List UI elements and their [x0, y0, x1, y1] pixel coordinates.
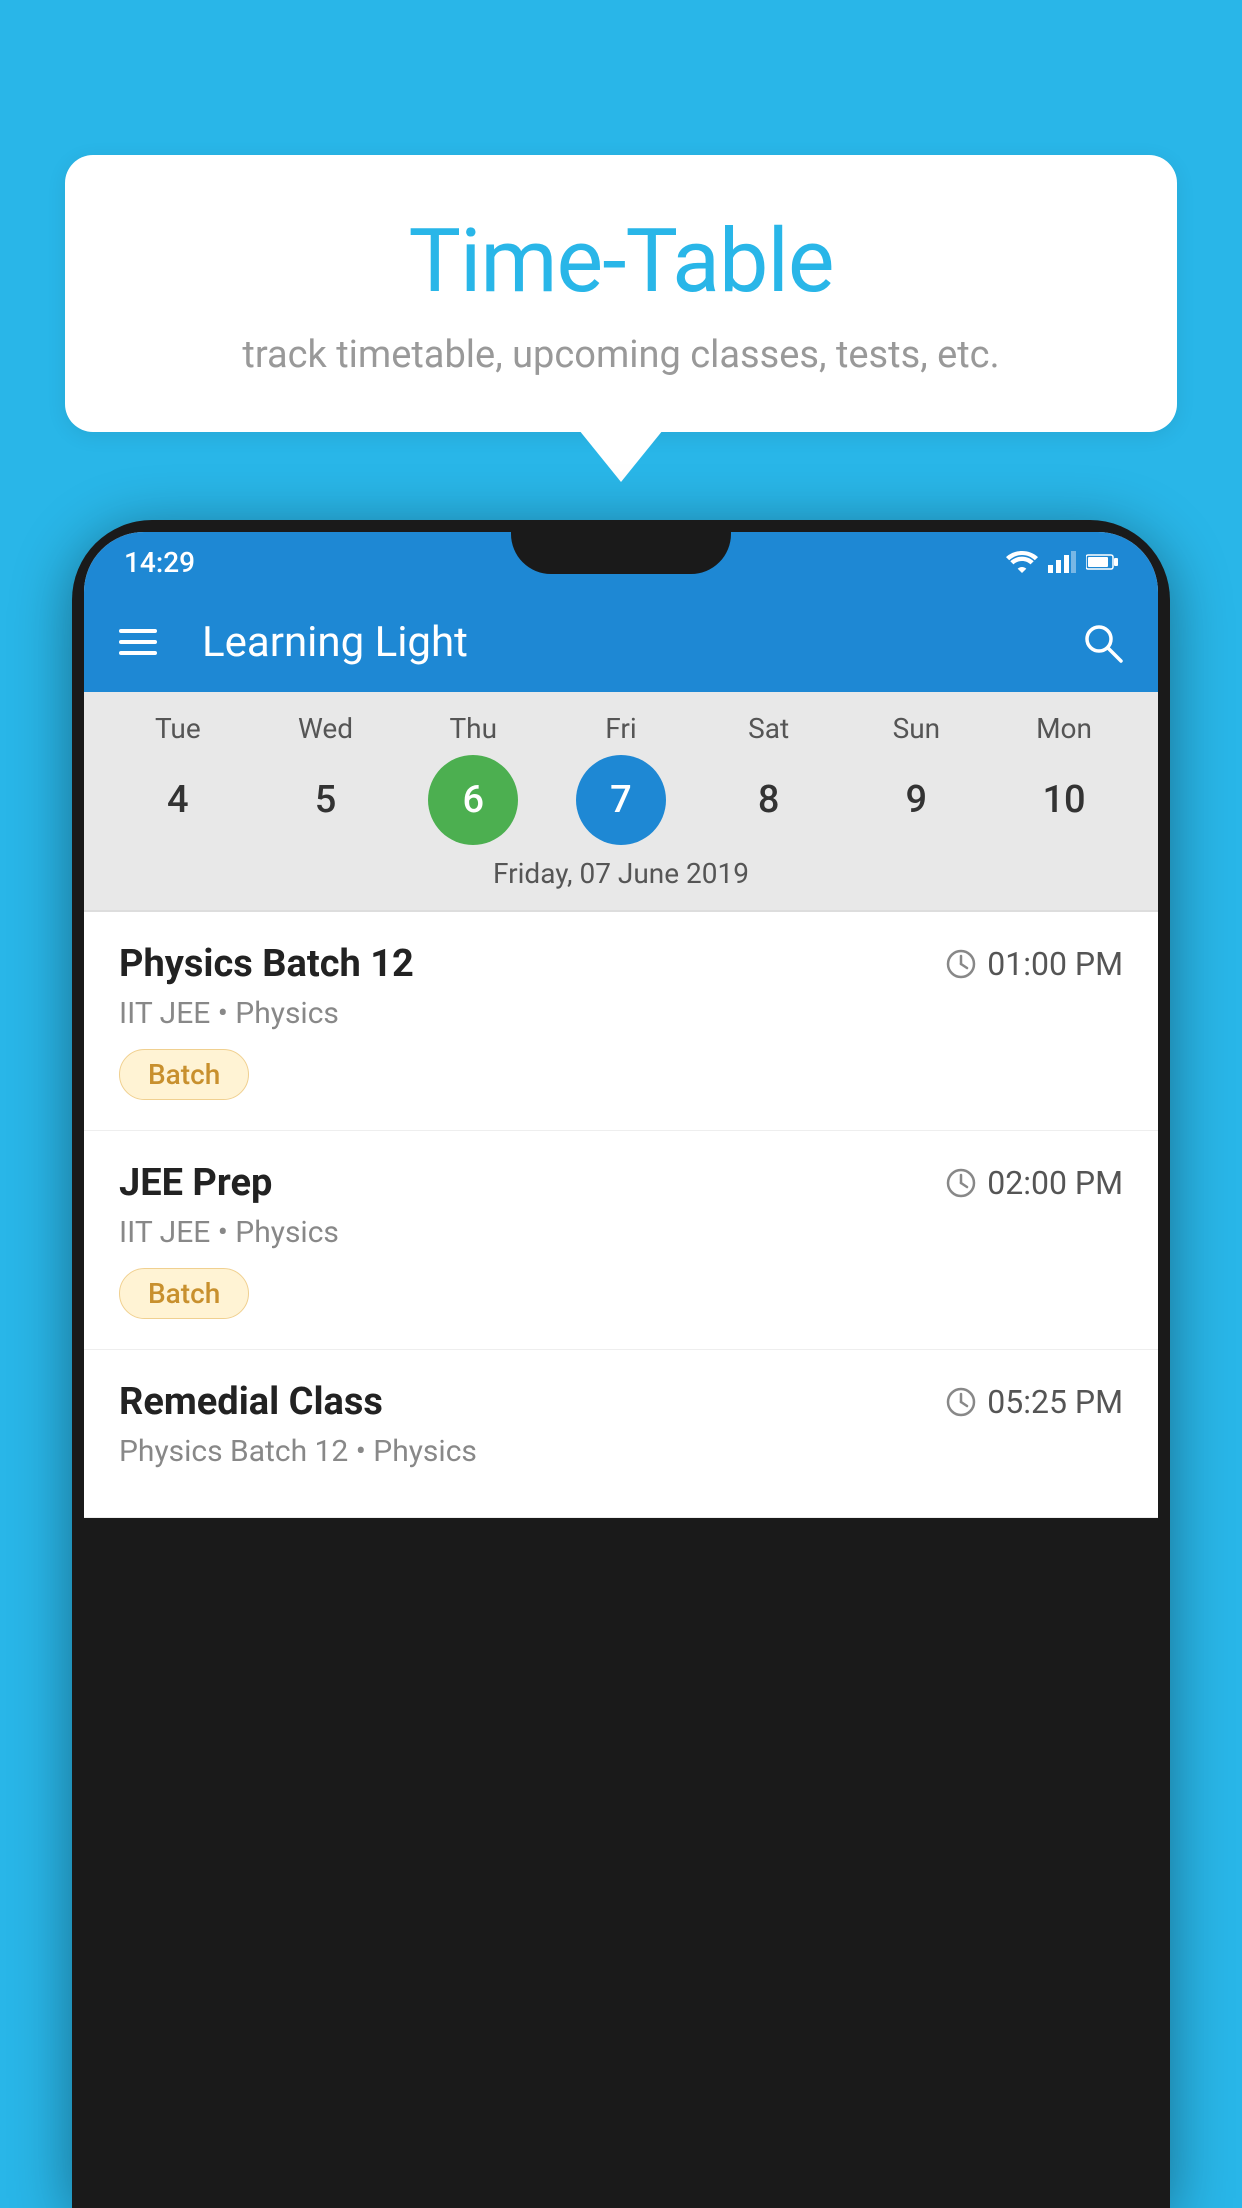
menu-line-3: [119, 651, 157, 655]
schedule-item-2-badge: Batch: [119, 1268, 249, 1319]
clock-icon-2: [945, 1167, 977, 1199]
menu-line-1: [119, 629, 157, 633]
clock-icon-1: [945, 948, 977, 980]
battery-icon: [1086, 553, 1118, 571]
schedule-item-1-title: Physics Batch 12: [119, 942, 414, 986]
date-10[interactable]: 10: [1019, 755, 1109, 845]
date-6[interactable]: 6: [428, 755, 518, 845]
date-4[interactable]: 4: [133, 755, 223, 845]
speech-bubble-subtitle: track timetable, upcoming classes, tests…: [125, 333, 1117, 377]
schedule-item-3-subtitle: Physics Batch 12 • Physics: [119, 1434, 1123, 1469]
speech-bubble-arrow: [579, 430, 663, 482]
schedule-item-1-time-text: 01:00 PM: [987, 945, 1123, 983]
menu-line-2: [119, 640, 157, 644]
menu-button[interactable]: [119, 629, 157, 655]
day-fri: Fri: [576, 712, 666, 745]
schedule-item-1-badge: Batch: [119, 1049, 249, 1100]
schedule-item-2-time: 02:00 PM: [945, 1164, 1123, 1202]
schedule-item-2-subtitle: IIT JEE • Physics: [119, 1215, 1123, 1250]
day-tue: Tue: [133, 712, 223, 745]
status-bar: 14:29: [84, 532, 1158, 592]
calendar-dates-row: 4 5 6 7 8 9 10: [84, 755, 1158, 845]
app-bar: Learning Light: [84, 592, 1158, 692]
speech-bubble-container: Time-Table track timetable, upcoming cla…: [65, 155, 1177, 482]
day-mon: Mon: [1019, 712, 1109, 745]
app-bar-title: Learning Light: [202, 618, 1051, 667]
date-5[interactable]: 5: [281, 755, 371, 845]
clock-icon-3: [945, 1386, 977, 1418]
calendar-strip: Tue Wed Thu Fri Sat Sun Mon 4 5 6 7 8 9 …: [84, 692, 1158, 910]
status-icons: [1006, 551, 1118, 573]
search-icon[interactable]: [1081, 621, 1123, 663]
selected-date-label: Friday, 07 June 2019: [84, 857, 1158, 900]
date-9[interactable]: 9: [871, 755, 961, 845]
speech-bubble-title: Time-Table: [125, 210, 1117, 313]
schedule-item-3-title: Remedial Class: [119, 1380, 383, 1424]
schedule-content: Physics Batch 12 01:00 PM IIT JEE • Phys…: [84, 912, 1158, 1518]
schedule-item-3-time-text: 05:25 PM: [987, 1383, 1123, 1421]
day-thu: Thu: [428, 712, 518, 745]
day-sat: Sat: [724, 712, 814, 745]
schedule-item-1-subtitle: IIT JEE • Physics: [119, 996, 1123, 1031]
schedule-item-3-time: 05:25 PM: [945, 1383, 1123, 1421]
schedule-item-2-title: JEE Prep: [119, 1161, 272, 1205]
schedule-item-3[interactable]: Remedial Class 05:25 PM Physics Batch 12…: [84, 1350, 1158, 1518]
calendar-days-row: Tue Wed Thu Fri Sat Sun Mon: [84, 712, 1158, 745]
date-7[interactable]: 7: [576, 755, 666, 845]
day-wed: Wed: [281, 712, 371, 745]
schedule-item-2[interactable]: JEE Prep 02:00 PM IIT JEE • Physics Batc…: [84, 1131, 1158, 1350]
wifi-icon: [1006, 551, 1038, 573]
status-time: 14:29: [124, 546, 195, 579]
phone-screen: 14:29: [84, 532, 1158, 1518]
day-sun: Sun: [871, 712, 961, 745]
schedule-item-1-header: Physics Batch 12 01:00 PM: [119, 942, 1123, 986]
schedule-item-1[interactable]: Physics Batch 12 01:00 PM IIT JEE • Phys…: [84, 912, 1158, 1131]
schedule-item-1-time: 01:00 PM: [945, 945, 1123, 983]
schedule-item-2-header: JEE Prep 02:00 PM: [119, 1161, 1123, 1205]
signal-icon: [1048, 551, 1076, 573]
schedule-item-2-time-text: 02:00 PM: [987, 1164, 1123, 1202]
phone-device: 14:29: [72, 520, 1170, 2208]
date-8[interactable]: 8: [724, 755, 814, 845]
schedule-item-3-header: Remedial Class 05:25 PM: [119, 1380, 1123, 1424]
speech-bubble: Time-Table track timetable, upcoming cla…: [65, 155, 1177, 432]
